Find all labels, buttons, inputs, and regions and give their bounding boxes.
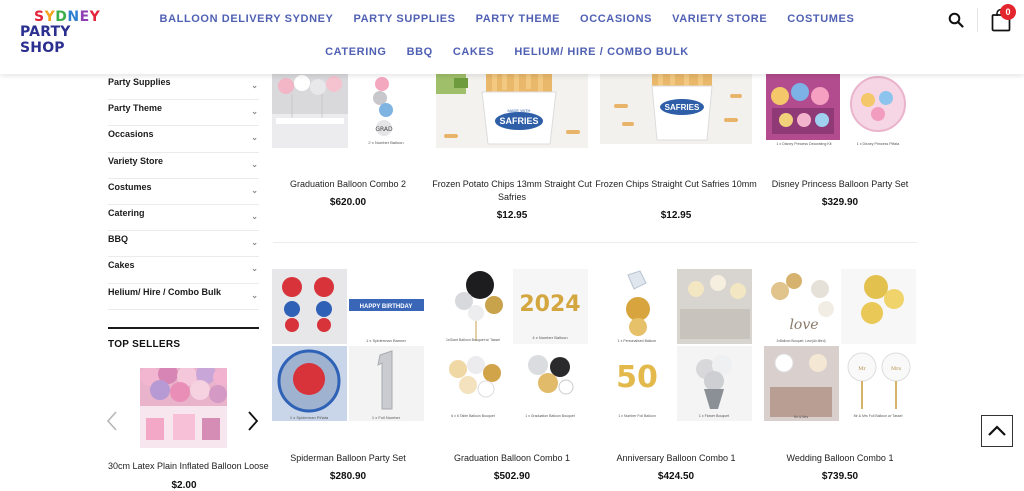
image-caption: love [789,317,818,333]
svg-text:Mrs: Mrs [891,366,902,372]
chevron-down-icon: ⌄ [251,159,258,169]
sydney-party-shop-logo[interactable]: SYDNEY PARTY SHOP [20,9,106,56]
chevron-down-icon: ⌄ [251,264,258,274]
main-nav: Balloon Delivery Sydney Party Supplies P… [112,13,902,79]
image-caption: SAFRIES [665,103,700,112]
product-name[interactable]: Anniversary Balloon Combo 1 [594,452,758,465]
top-sellers-divider [108,327,259,329]
chevron-up-icon [988,425,1006,436]
product-image[interactable]: GRAD 2 x Number Balloon [272,74,424,148]
product-name[interactable]: Graduation Balloon Combo 2 [266,178,430,191]
nav-variety-store[interactable]: Variety Store [662,13,777,26]
header-divider [977,8,978,32]
top-seller-name[interactable]: 30cm Latex Plain Inflated Balloon Loose [108,461,269,471]
product-price: $329.90 [821,197,859,208]
product-image[interactable]: 1 x Disney Princess Decorating Kit 1 x D… [764,74,916,148]
sidebar-item-occasions[interactable]: Occasions ⌄ [108,126,259,153]
image-caption: SAFRIES [499,116,538,126]
sidebar-item-cakes[interactable]: Cakes ⌄ [108,257,259,284]
product-name[interactable]: Frozen Potato Chips 13mm Straight Cut Sa… [430,178,594,204]
chevron-down-icon: ⌄ [251,133,258,143]
image-caption: 1 x Number Foil Balloon [618,414,655,418]
product-price: $424.50 [657,471,695,482]
image-caption: 1 x Spiderman Piñata [290,415,329,420]
nav-party-theme[interactable]: Party Theme [466,13,570,26]
nav-occasions[interactable]: Occasions [570,13,662,26]
product-image[interactable]: 1 x Personalised Balloon 50 1 x Number F… [600,269,752,421]
product-name[interactable]: Frozen Chips Straight Cut Safries 10mm [594,178,758,191]
sidebar-item-helium-hire-combo-bulk[interactable]: Helium/ Hire / Combo Bulk ⌄ [108,284,259,310]
image-caption: 1 x Spiderman Banner [366,338,406,343]
product-price: $12.95 [496,210,528,221]
image-caption: 1 x Personalised Balloon [618,339,657,343]
product-row-divider [273,242,917,243]
product-image[interactable]: MADE WITH SAFRIES [436,74,588,148]
nav-costumes[interactable]: Costumes [777,13,864,26]
nav-cakes[interactable]: Cakes [443,46,505,59]
site-header: SYDNEY PARTY SHOP Balloon Delivery Sydne… [0,0,1024,74]
product-image[interactable]: love 2xBalloon Bouquet; Love(Air-filled)… [764,269,916,421]
sidebar-item-bbq[interactable]: BBQ ⌄ [108,231,259,258]
cart-count-badge: 0 [1000,4,1016,20]
image-caption: 1 x Disney Princess Decorating Kit [776,142,831,146]
chevron-down-icon: ⌄ [251,211,258,221]
chevron-down-icon: ⌄ [251,290,258,300]
product-price: $739.50 [821,471,859,482]
image-caption: HAPPY BIRTHDAY [360,304,413,310]
logo-line-1: SYDNEY [34,9,101,25]
chevron-down-icon: ⌄ [251,107,258,117]
nav-balloon-delivery-sydney[interactable]: Balloon Delivery Sydney [150,13,344,26]
image-caption: 1xGiant Balloon Bouquet w/ Tassel [446,338,500,342]
nav-party-supplies[interactable]: Party Supplies [343,13,465,26]
product-name[interactable]: Graduation Balloon Combo 1 [430,452,594,465]
search-icon[interactable] [948,12,964,28]
nav-helium-hire-combo-bulk[interactable]: Helium/ Hire / Combo Bulk [504,46,699,59]
top-seller-image[interactable] [140,368,227,448]
product-image[interactable]: 1xGiant Balloon Bouquet w/ Tassel 2024 4… [436,269,588,421]
image-caption: Mr & Mrs Foil Balloon w/ Tassel [854,414,903,418]
image-caption: 2 x Number Balloon [368,140,403,145]
image-caption: 2024 [519,292,580,317]
chevron-down-icon: ⌄ [251,185,258,195]
sidebar-item-costumes[interactable]: Costumes ⌄ [108,179,259,205]
image-caption: 6 x 6 Table Balloon Bouquet [451,414,495,418]
carousel-prev-arrow-icon[interactable] [105,410,119,432]
svg-text:GRAD: GRAD [375,126,393,133]
svg-text:Mr: Mr [858,366,866,372]
carousel-next-arrow-icon[interactable] [246,410,260,432]
image-caption: 4 x Number Balloon [532,335,567,340]
sidebar-item-party-theme[interactable]: Party Theme ⌄ [108,100,259,127]
nav-bbq[interactable]: BBQ [397,46,443,59]
product-name[interactable]: Disney Princess Balloon Party Set [758,178,922,191]
logo-line-2: PARTY SHOP [20,24,71,56]
sidebar-item-variety-store[interactable]: Variety Store ⌄ [108,153,259,179]
image-caption: 2xBalloon Bouquet; Love(Air-filled) [776,339,825,343]
product-image[interactable]: SAFRIES [600,74,752,144]
product-name[interactable]: Spiderman Balloon Party Set [266,452,430,465]
nav-catering[interactable]: Catering [315,46,396,59]
image-caption: 1 x Graduation Balloon Bouquet [525,414,575,418]
sidebar-item-catering[interactable]: Catering ⌄ [108,205,259,232]
product-price: $12.95 [660,210,692,221]
chevron-down-icon: ⌄ [251,238,258,248]
product-image[interactable]: HAPPY BIRTHDAY 1 x Spiderman Banner 1 x … [272,269,424,421]
back-to-top-button[interactable] [981,415,1013,447]
chevron-down-icon: ⌄ [251,81,258,90]
top-seller-price: $2.00 [171,480,197,491]
category-sidebar: Party Supplies ⌄ Party Theme ⌄ Occasions ⌄ … [108,74,259,310]
image-caption: 50 [616,360,658,395]
image-caption: Mr & Mrs [794,415,808,419]
product-price: $620.00 [329,197,367,208]
image-caption: 1 x Flower Bouquet [699,414,729,418]
top-sellers-heading: TOP SELLERS [108,339,181,350]
image-caption: 1 x Disney Princess Pifiata [857,142,900,146]
product-price: $280.90 [329,471,367,482]
image-caption: 1 x Foil Number [372,415,401,420]
product-name[interactable]: Wedding Balloon Combo 1 [758,452,922,465]
product-price: $502.90 [493,471,531,482]
